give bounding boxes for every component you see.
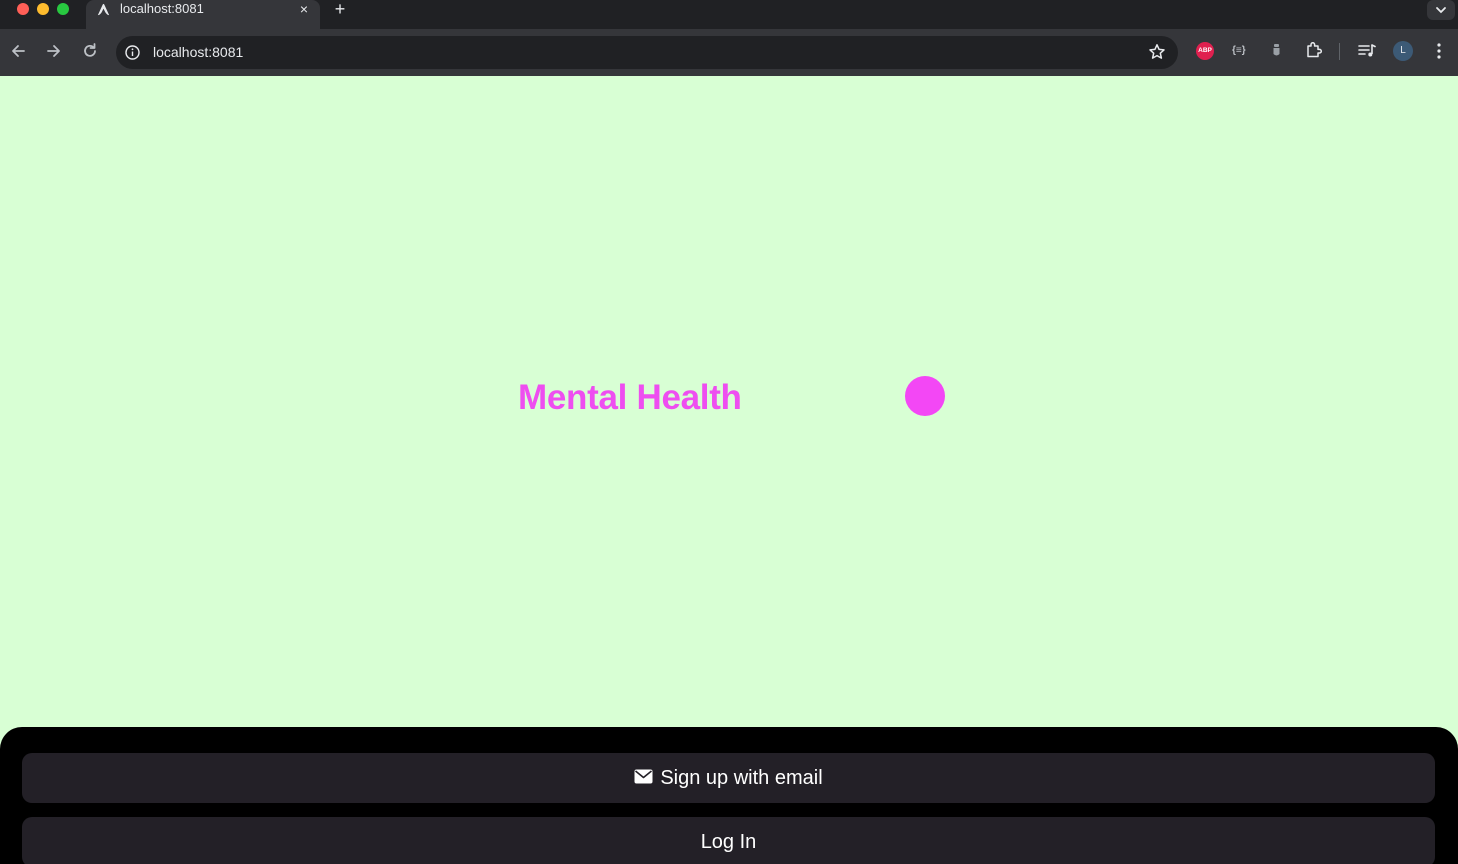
back-arrow-icon[interactable]	[8, 41, 28, 61]
login-button-label: Log In	[700, 830, 757, 853]
loading-indicator-dot	[905, 376, 945, 416]
media-controls-icon[interactable]	[1358, 42, 1376, 60]
signup-email-button[interactable]: Sign up with email	[22, 753, 1435, 803]
toolbar-separator	[1339, 43, 1340, 60]
tab-title: localhost:8081	[120, 1, 204, 16]
forward-arrow-icon[interactable]	[44, 41, 64, 61]
json-extension-icon[interactable]: {≡}	[1232, 44, 1246, 58]
chevron-down-icon	[1436, 7, 1446, 14]
dropper-extension-icon[interactable]	[1272, 43, 1281, 57]
kebab-menu-icon[interactable]	[1431, 41, 1447, 61]
new-tab-button[interactable]: +	[330, 0, 350, 18]
window-close-button[interactable]	[17, 3, 29, 15]
tab-close-button[interactable]: ×	[296, 1, 312, 17]
address-url: localhost:8081	[153, 44, 244, 60]
page-viewport: Mental Health Sign up with email Log In	[0, 76, 1458, 864]
extensions-puzzle-icon[interactable]	[1305, 41, 1323, 59]
browser-tab[interactable]: localhost:8081 ×	[86, 0, 320, 29]
expo-favicon-icon	[97, 3, 110, 16]
browser-tab-strip: localhost:8081 × +	[0, 0, 1458, 29]
window-maximize-button[interactable]	[57, 3, 69, 15]
browser-toolbar: localhost:8081 ABP {≡} L	[0, 29, 1458, 76]
login-button[interactable]: Log In	[22, 817, 1435, 864]
mail-icon	[634, 769, 653, 784]
reload-icon[interactable]	[80, 41, 100, 61]
app-title: Mental Health	[518, 378, 742, 417]
auth-bottom-sheet: Sign up with email Log In	[0, 727, 1458, 864]
signup-button-label: Sign up with email	[660, 766, 823, 789]
address-bar[interactable]: localhost:8081	[116, 36, 1178, 69]
window-minimize-button[interactable]	[37, 3, 49, 15]
tab-search-button[interactable]	[1427, 0, 1455, 20]
profile-avatar[interactable]: L	[1393, 41, 1413, 61]
adblock-extension-icon[interactable]: ABP	[1196, 42, 1214, 60]
bookmark-star-icon[interactable]	[1148, 43, 1166, 61]
site-info-icon[interactable]	[124, 44, 141, 61]
